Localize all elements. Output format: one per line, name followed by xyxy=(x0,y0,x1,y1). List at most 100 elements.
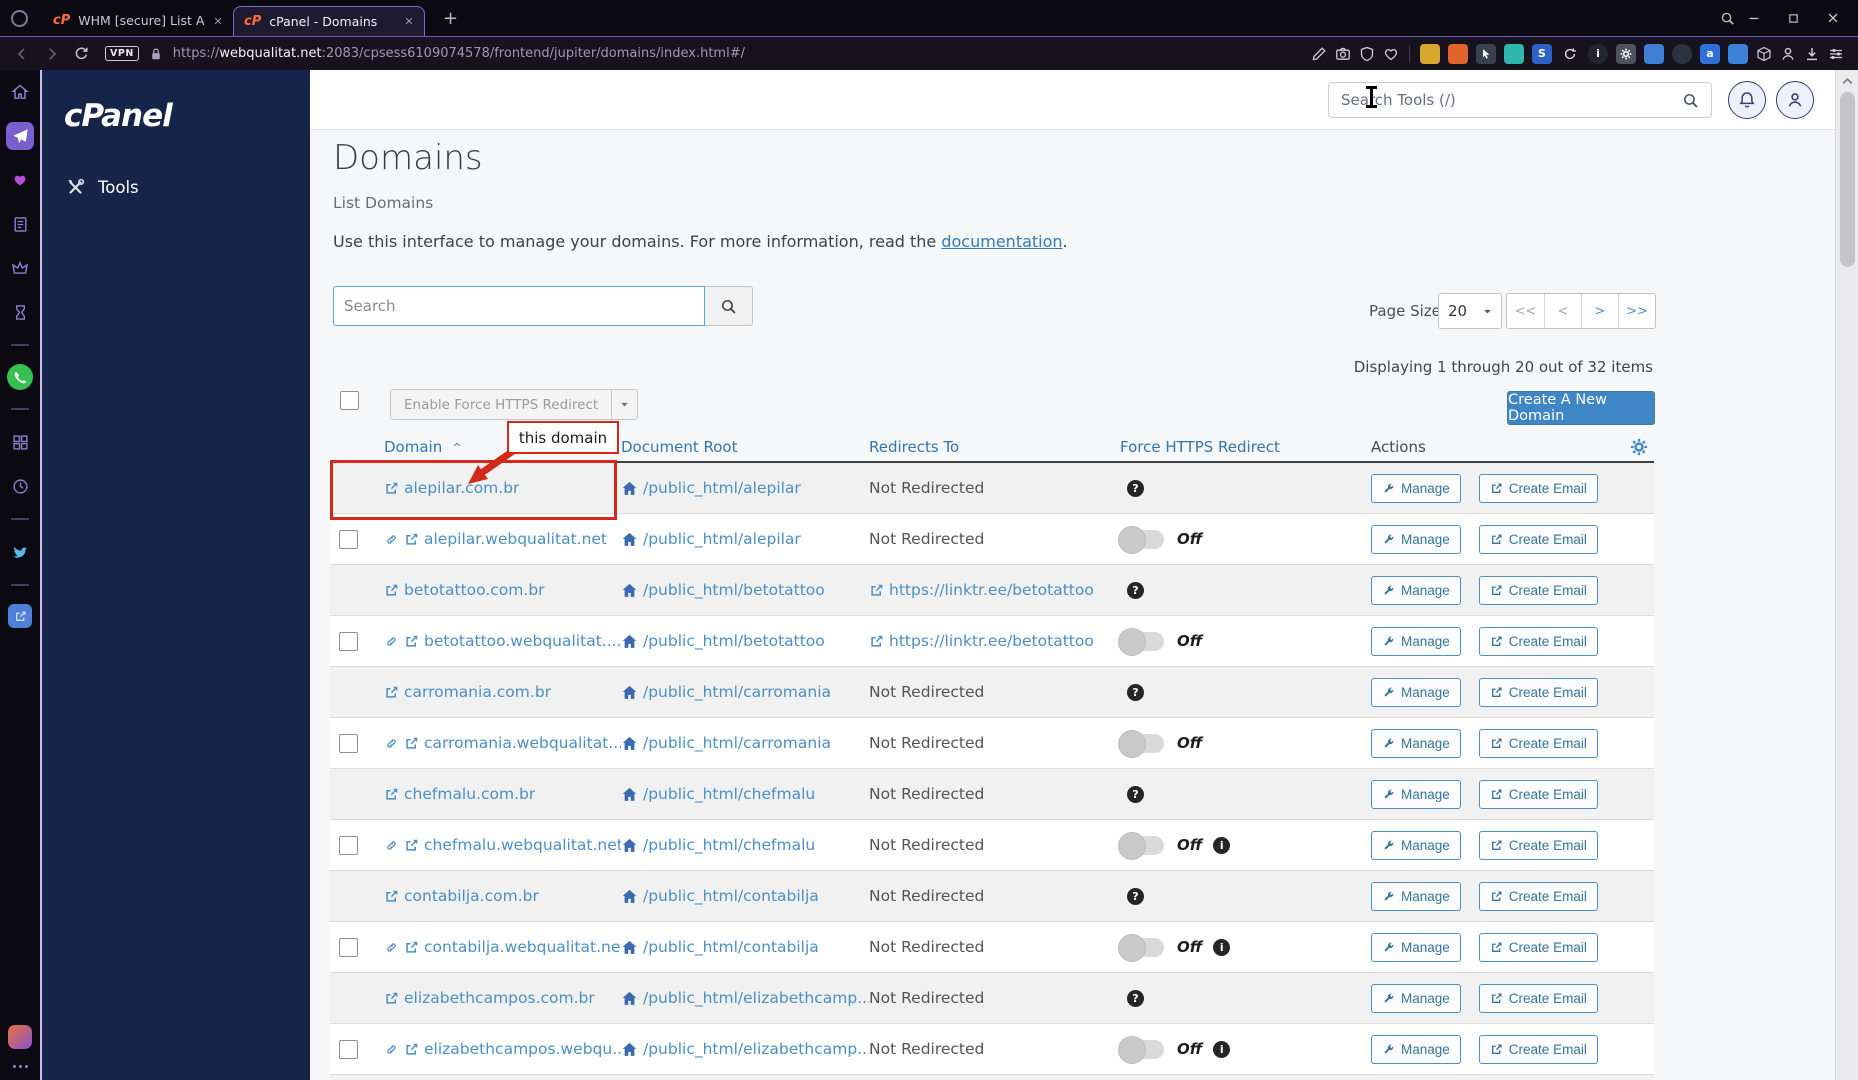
whatsapp-icon[interactable] xyxy=(7,364,33,390)
column-header-document-root[interactable]: Document Root xyxy=(621,438,869,456)
manage-button[interactable]: Manage xyxy=(1371,779,1461,809)
documentation-link[interactable]: documentation xyxy=(941,232,1062,251)
vpn-badge[interactable]: VPN xyxy=(105,46,139,61)
document-root-link[interactable]: /public_html/betotattoo xyxy=(643,581,825,599)
gears-extension-icon[interactable] xyxy=(1616,43,1636,64)
shield-icon[interactable] xyxy=(1359,46,1375,62)
document-root-link[interactable]: /public_html/elizabethcamp... xyxy=(643,1040,869,1058)
create-email-button[interactable]: Create Email xyxy=(1478,626,1598,656)
question-icon[interactable]: ? xyxy=(1127,887,1144,905)
next-page-button[interactable]: > xyxy=(1581,294,1618,328)
chevron-down-icon[interactable] xyxy=(611,389,639,420)
domain-link[interactable]: elizabethcampos.com.br xyxy=(404,989,595,1007)
sidebar-item-tools[interactable]: Tools xyxy=(42,170,310,204)
create-email-button[interactable]: Create Email xyxy=(1478,677,1598,707)
create-email-button[interactable]: Create Email xyxy=(1478,983,1598,1013)
create-email-button[interactable]: Create Email xyxy=(1478,932,1598,962)
row-checkbox[interactable] xyxy=(339,937,358,957)
domain-link[interactable]: carromania.com.br xyxy=(404,683,551,701)
window-extension-icon[interactable] xyxy=(1644,43,1664,64)
clock-icon[interactable] xyxy=(6,472,34,500)
domain-link[interactable]: carromania.webqualitat.... xyxy=(424,734,621,752)
domain-link[interactable]: chefmalu.webqualitat.net xyxy=(424,836,621,854)
colorful-extension-icon[interactable] xyxy=(1448,43,1468,64)
question-icon[interactable]: ? xyxy=(1127,989,1144,1007)
info-icon[interactable]: i xyxy=(1213,1040,1231,1058)
first-page-button[interactable]: << xyxy=(1507,294,1544,328)
domain-link[interactable]: chefmalu.com.br xyxy=(404,785,535,803)
browser-tab-whm[interactable]: cP WHM [secure] List Account xyxy=(43,6,233,36)
heart-icon[interactable] xyxy=(1383,46,1399,62)
redirect-link[interactable]: https://linktr.ee/betotattoo xyxy=(889,581,1094,599)
force-https-toggle[interactable] xyxy=(1118,525,1164,554)
url-bar[interactable]: https://webqualitat.net:2083/cpsess61090… xyxy=(173,46,1311,61)
settings-sliders-icon[interactable] xyxy=(1828,46,1844,62)
grid-icon[interactable] xyxy=(6,428,34,456)
manage-button[interactable]: Manage xyxy=(1371,983,1461,1013)
manage-button[interactable]: Manage xyxy=(1371,575,1461,605)
reload-icon[interactable] xyxy=(74,46,89,61)
document-root-link[interactable]: /public_html/betotattoo xyxy=(643,632,825,650)
scrollbar-thumb[interactable] xyxy=(1840,92,1855,267)
window-maximize-icon[interactable] xyxy=(1787,12,1800,25)
home-icon[interactable] xyxy=(6,78,34,106)
cursor-extension-icon[interactable] xyxy=(1476,43,1496,64)
document-root-link[interactable]: /public_html/chefmalu xyxy=(643,836,815,854)
manage-button[interactable]: Manage xyxy=(1371,932,1461,962)
paper-plane-icon[interactable] xyxy=(6,122,34,150)
domain-link[interactable]: betotattoo.webqualitat.... xyxy=(424,632,621,650)
calculator-extension-icon[interactable] xyxy=(1728,43,1748,64)
search-tools-input[interactable] xyxy=(1328,82,1712,118)
box-extension-icon[interactable] xyxy=(1756,46,1772,62)
domain-link[interactable]: contabilja.com.br xyxy=(404,887,539,905)
bird-icon[interactable] xyxy=(6,538,34,566)
redirect-link[interactable]: https://linktr.ee/betotattoo xyxy=(889,632,1094,650)
bulk-force-https-button[interactable]: Enable Force HTTPS Redirect xyxy=(390,389,639,420)
row-checkbox[interactable] xyxy=(339,1039,358,1059)
screenshot-icon[interactable] xyxy=(1335,46,1351,62)
force-https-toggle[interactable] xyxy=(1118,1035,1164,1064)
row-checkbox[interactable] xyxy=(339,529,358,549)
force-https-toggle[interactable] xyxy=(1118,729,1164,758)
force-https-toggle[interactable] xyxy=(1118,831,1164,860)
app-icon[interactable] xyxy=(8,604,32,628)
row-checkbox[interactable] xyxy=(339,835,358,855)
notifications-button[interactable] xyxy=(1728,81,1766,119)
create-email-button[interactable]: Create Email xyxy=(1478,1034,1598,1064)
row-checkbox[interactable] xyxy=(339,733,358,753)
document-root-link[interactable]: /public_html/elizabethcamp... xyxy=(643,989,869,1007)
page-size-select[interactable]: 20 xyxy=(1438,293,1502,329)
document-root-link[interactable]: /public_html/contabilja xyxy=(643,938,819,956)
document-root-link[interactable]: /public_html/alepilar xyxy=(643,530,801,548)
document-root-link[interactable]: /public_html/carromania xyxy=(643,734,831,752)
manage-button[interactable]: Manage xyxy=(1371,524,1461,554)
window-close-icon[interactable] xyxy=(1826,11,1840,25)
manage-button[interactable]: Manage xyxy=(1371,626,1461,656)
scroll-up-icon[interactable] xyxy=(1840,74,1855,89)
manage-button[interactable]: Manage xyxy=(1371,728,1461,758)
select-all-checkbox[interactable] xyxy=(340,391,359,410)
info-extension-icon[interactable]: i xyxy=(1588,43,1608,64)
info-icon[interactable]: i xyxy=(1213,836,1231,854)
save-extension-icon[interactable] xyxy=(1504,43,1524,64)
row-checkbox[interactable] xyxy=(339,631,358,651)
domain-link[interactable]: alepilar.webqualitat.net xyxy=(424,530,607,548)
domain-link[interactable]: contabilja.webqualitat.net xyxy=(424,938,621,956)
stylus-extension-icon[interactable]: S xyxy=(1532,43,1552,64)
crown-icon[interactable] xyxy=(6,254,34,282)
create-email-button[interactable]: Create Email xyxy=(1478,473,1598,503)
question-icon[interactable]: ? xyxy=(1127,785,1144,803)
tab-search-icon[interactable] xyxy=(1720,11,1735,26)
translate-extension-icon[interactable]: a xyxy=(1700,43,1720,64)
moon-extension-icon[interactable] xyxy=(1672,43,1692,64)
gear-icon[interactable] xyxy=(1630,438,1648,456)
heart-icon[interactable] xyxy=(6,166,34,194)
new-tab-button[interactable]: + xyxy=(437,8,464,29)
tab-close-icon[interactable] xyxy=(404,16,414,26)
create-email-button[interactable]: Create Email xyxy=(1478,830,1598,860)
info-icon[interactable]: i xyxy=(1213,938,1231,956)
edit-page-icon[interactable] xyxy=(1311,46,1327,62)
question-icon[interactable]: ? xyxy=(1127,581,1144,599)
account-icon[interactable] xyxy=(1780,46,1796,62)
more-options-icon[interactable] xyxy=(12,1065,28,1068)
